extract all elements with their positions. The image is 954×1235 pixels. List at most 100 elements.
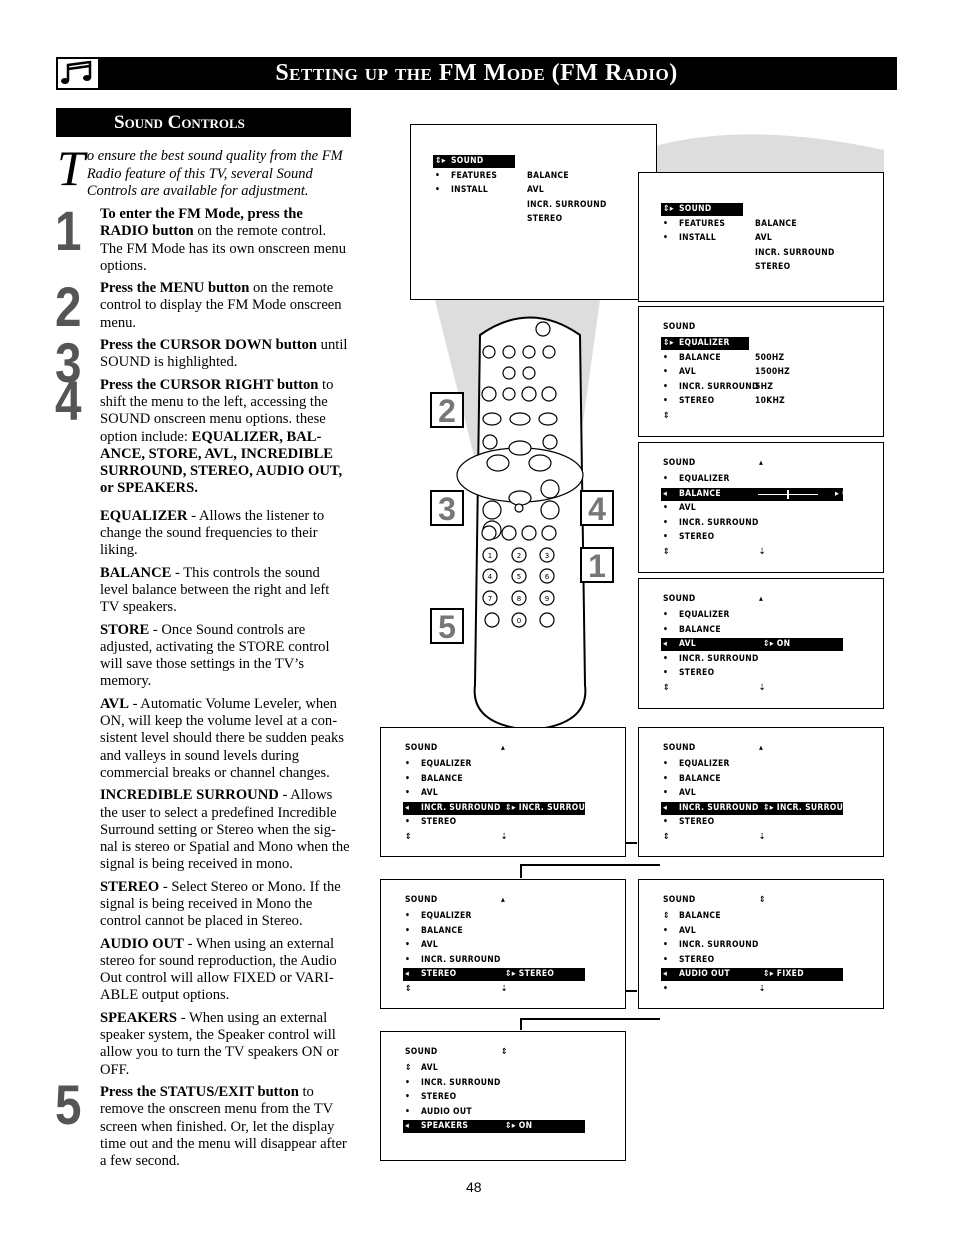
menu-item-label: EQUALIZER xyxy=(679,759,730,769)
menu-item-label: SOUND xyxy=(451,156,484,166)
menu-item-label: AVL xyxy=(421,940,439,951)
scroll-up-icon: ⇕ xyxy=(759,895,766,905)
menu-marker-icon: • xyxy=(435,170,441,181)
menu-screen: SOUND ▴ • EQUALIZER ◂ BALANCE ▸ 0 • AVL • INCR. SU… xyxy=(638,442,884,573)
menu-row[interactable]: • EQUALIZER xyxy=(663,473,954,486)
menu-row[interactable]: • STEREO 10KHZ xyxy=(663,395,954,408)
menu-marker-icon: • xyxy=(405,788,411,799)
svg-text:0: 0 xyxy=(517,617,521,625)
menu-item-value: ⇕▸ ON xyxy=(505,1121,533,1132)
menu-row[interactable]: ⇕ ⇣ xyxy=(663,682,954,695)
menu-row[interactable]: • AVL 1500HZ xyxy=(663,366,954,379)
menu-title: SOUND xyxy=(663,895,696,905)
menu-item-label: AVL xyxy=(421,788,439,799)
menu-item-label: INCR. SURROUND xyxy=(679,381,759,392)
menu-row[interactable]: • STEREO xyxy=(663,531,954,544)
menu-row[interactable]: • BALANCE xyxy=(663,624,954,637)
menu-row[interactable]: • AVL xyxy=(663,787,954,800)
menu-row[interactable]: • AVL xyxy=(663,502,954,515)
menu-row[interactable]: • BALANCE 500HZ xyxy=(663,352,954,365)
menu-row[interactable]: • STEREO xyxy=(663,954,954,967)
menu-marker-icon: • xyxy=(663,668,669,679)
menu-marker-icon: • xyxy=(405,1106,411,1117)
svg-text:5: 5 xyxy=(517,573,521,581)
menu-row[interactable]: • EQUALIZER xyxy=(663,609,954,622)
callout-step-1: 1 xyxy=(580,547,614,583)
menu-marker-icon: • xyxy=(435,185,441,196)
menu-marker-icon: ◂ xyxy=(405,969,410,980)
menu-row[interactable]: ◂ SPEAKERS ⇕▸ ON xyxy=(403,1120,745,1134)
menu-item-label: AUDIO OUT xyxy=(679,969,730,980)
menu-marker-icon: ⇕ xyxy=(663,911,670,921)
menu-row[interactable]: ⇕▸ EQUALIZER 120HZ xyxy=(661,337,954,350)
menu-item-value: INCR. SURROUND xyxy=(755,247,835,258)
menu-item-value: AVL xyxy=(527,185,545,196)
menu-item-value: INCR. SURROUND xyxy=(527,199,607,210)
menu-row[interactable]: INCR. SURROUND xyxy=(663,247,954,260)
menu-row[interactable]: ⇕ xyxy=(663,410,954,423)
menu-marker-icon: ⇕ xyxy=(663,832,670,842)
menu-row[interactable]: • INSTALL AVL xyxy=(663,232,954,245)
menu-row[interactable]: ⇕▸ SOUND EQUALIZER xyxy=(433,155,775,168)
flow-arrow xyxy=(626,990,637,992)
menu-row[interactable]: ⇕▸ SOUND EQUALIZER xyxy=(661,203,954,216)
menu-row[interactable]: ⇕ ⇣ xyxy=(663,831,954,844)
menu-row[interactable]: ⇕ ⇣ xyxy=(663,546,954,559)
menu-row[interactable]: • AVL xyxy=(663,925,954,938)
menu-row[interactable]: ◂ INCR. SURROUND ⇕▸ INCR. SURROUND xyxy=(661,801,954,815)
menu-title: SOUND xyxy=(663,458,696,468)
menu-row[interactable]: • FEATURES BALANCE xyxy=(663,218,954,231)
menu-item-value: ⇕▸ INCR. SURROUND xyxy=(505,802,599,813)
menu-title: SOUND xyxy=(405,1047,438,1057)
menu-row[interactable]: • AUDIO OUT xyxy=(405,1106,745,1119)
menu-marker-icon: ◂ xyxy=(405,802,410,813)
menu-item-label: STEREO xyxy=(679,396,715,407)
menu-row[interactable]: • BALANCE xyxy=(663,773,954,786)
menu-row[interactable]: • ⇣ xyxy=(663,983,954,996)
menu-title: SOUND xyxy=(663,594,696,604)
menu-item-value: BALANCE xyxy=(527,170,569,181)
svg-text:4: 4 xyxy=(488,573,493,581)
menu-marker-icon: • xyxy=(663,218,669,229)
scroll-down-icon: ⇣ xyxy=(759,547,766,557)
menu-row[interactable]: ◂ AVL ⇕▸ ON xyxy=(661,638,954,652)
page-number: 48 xyxy=(466,1179,482,1195)
menu-row[interactable]: • STEREO xyxy=(405,1091,745,1104)
callout-step-4: 4 xyxy=(580,490,614,526)
scroll-up-icon: ▴ xyxy=(759,458,764,468)
menu-screen: SOUND ▴ • EQUALIZER • BALANCE • AVL ◂ INCR. SURRO… xyxy=(638,727,884,857)
scroll-down-icon: ⇣ xyxy=(759,832,766,842)
menu-row[interactable]: ◂ AUDIO OUT ⇕▸ FIXED xyxy=(661,968,954,982)
menu-row[interactable]: • EQUALIZER xyxy=(663,758,954,771)
menu-title: SOUND xyxy=(663,322,696,332)
menu-row[interactable]: ⇕ AVL xyxy=(405,1062,745,1075)
menu-row[interactable]: • STEREO xyxy=(663,816,954,829)
menu-row[interactable]: • INCR. SURROUND xyxy=(405,1077,745,1090)
menu-item-value: EQUALIZER xyxy=(527,156,578,166)
menu-row[interactable]: ◂ BALANCE ▸ 0 xyxy=(661,487,954,501)
menu-item-label: FEATURES xyxy=(451,170,498,181)
balance-slider[interactable] xyxy=(758,489,818,499)
menu-screen: SOUND ▴ • EQUALIZER • BALANCE • AVL • INCR. SURRO… xyxy=(380,879,626,1009)
menu-item-label: STEREO xyxy=(421,817,457,828)
menu-row[interactable]: • INCR. SURROUND 5HZ xyxy=(663,381,954,394)
menu-screen: SOUND ⇕ ⇕ AVL • INCR. SURROUND • STEREO • AUDIO O… xyxy=(380,1031,626,1161)
menu-marker-icon: ◂ xyxy=(405,1121,410,1132)
menu-row[interactable]: • INCR. SURROUND xyxy=(663,653,954,666)
menu-item-label: STEREO xyxy=(421,1092,457,1103)
menu-row[interactable]: STEREO xyxy=(663,261,954,274)
menu-row[interactable]: • INCR. SURROUND xyxy=(663,517,954,530)
svg-text:6: 6 xyxy=(545,573,550,581)
menu-item-value: 1500HZ xyxy=(755,367,791,378)
menu-row[interactable]: • STEREO xyxy=(663,667,954,680)
menu-item-label: EQUALIZER xyxy=(679,474,730,484)
menu-row[interactable]: ⇕ BALANCE xyxy=(663,910,954,923)
menu-title: SOUND xyxy=(405,895,438,905)
menu-item-value: ▸ 0 xyxy=(835,488,848,499)
menu-marker-icon: ◂ xyxy=(663,969,668,980)
menu-row[interactable]: • INCR. SURROUND xyxy=(663,939,954,952)
menu-item-label: INCR. SURROUND xyxy=(679,653,759,664)
menu-screen: ⇕▸ SOUND EQUALIZER • FEATURES BALANCE • INSTALL… xyxy=(638,172,884,302)
menu-item-value: STEREO xyxy=(755,262,791,273)
callout-step-2: 2 xyxy=(430,392,464,428)
